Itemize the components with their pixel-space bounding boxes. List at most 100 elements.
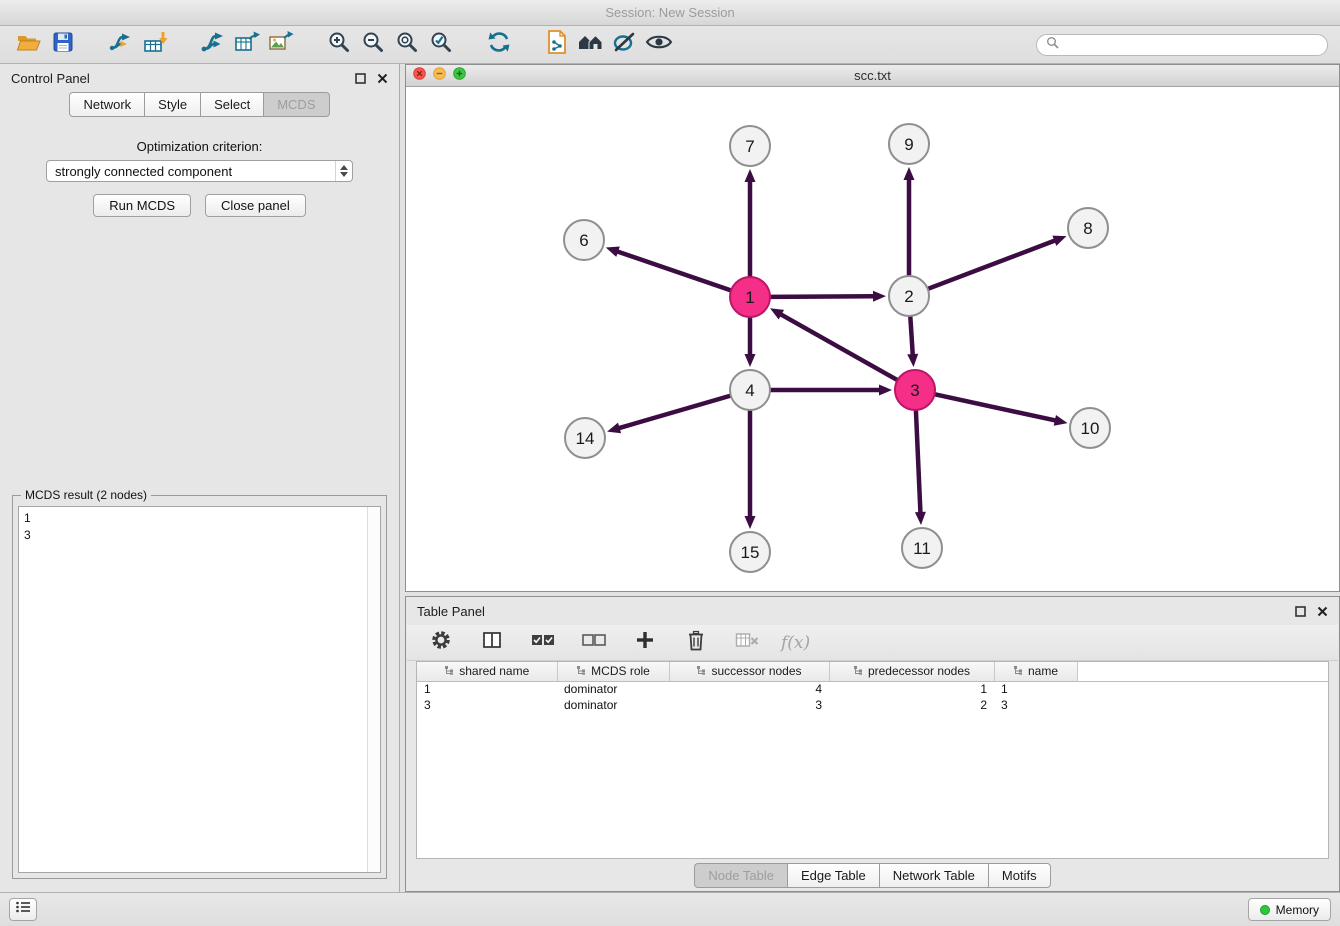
tab-motifs[interactable]: Motifs (989, 863, 1051, 888)
eye-icon (645, 31, 673, 58)
close-panel-icon-button[interactable] (377, 73, 388, 84)
tab-network-table[interactable]: Network Table (880, 863, 989, 888)
control-panel: Control Panel NetworkStyleSelectMCDS Opt… (0, 64, 400, 892)
home-button[interactable] (574, 29, 608, 61)
column-header-predecessor-nodes[interactable]: predecessor nodes (829, 662, 994, 681)
window-title: Session: New Session (605, 5, 734, 20)
network-icon (199, 30, 227, 59)
close-panel-button[interactable]: Close panel (205, 194, 306, 217)
graph-edge-3-10[interactable] (936, 394, 1055, 420)
close-table-panel-button[interactable] (1317, 606, 1328, 617)
network-graph[interactable]: 7968124314101511 (406, 87, 1339, 591)
refresh-icon (486, 30, 512, 59)
gear-icon (430, 629, 452, 656)
select-all-rows-button[interactable] (526, 627, 560, 659)
deselect-all-rows-button[interactable] (577, 627, 611, 659)
delete-table-button[interactable] (730, 627, 764, 659)
graph-edge-arrowhead (745, 516, 756, 529)
delete-column-button[interactable] (679, 627, 713, 659)
float-panel-button[interactable] (355, 73, 366, 84)
zoom-fit-button[interactable] (390, 29, 424, 61)
save-icon (52, 31, 74, 58)
zoom-selected-button[interactable] (424, 29, 458, 61)
column-header-shared-name[interactable]: shared name (417, 662, 557, 681)
graph-node-label-9: 9 (904, 135, 913, 154)
graph-node-label-2: 2 (904, 287, 913, 306)
open-session-button[interactable] (12, 29, 46, 61)
table-panel-title: Table Panel (417, 604, 485, 619)
maximize-window-icon[interactable] (453, 67, 466, 85)
network-from-table-button[interactable] (230, 29, 264, 61)
zoom-fit-icon (395, 30, 419, 59)
table-delete-icon (735, 631, 759, 654)
folder-open-icon (16, 31, 42, 58)
network-canvas[interactable]: 7968124314101511 (406, 87, 1339, 591)
graph-edge-arrowhead (915, 512, 926, 525)
graph-edge-3-1[interactable] (781, 315, 896, 380)
select-columns-button[interactable] (475, 627, 509, 659)
float-table-panel-button[interactable] (1295, 606, 1306, 617)
optimization-criterion-label: Optimization criterion: (0, 139, 399, 154)
refresh-layout-button[interactable] (482, 29, 516, 61)
zoom-in-button[interactable] (322, 29, 356, 61)
table-row[interactable]: 1dominator411 (417, 681, 1328, 697)
plus-icon (635, 630, 655, 655)
search-input[interactable] (1065, 38, 1318, 52)
graph-edge-arrowhead (745, 169, 756, 182)
new-network-button[interactable] (196, 29, 230, 61)
search-icon (1046, 36, 1059, 54)
export-image-button[interactable] (264, 29, 298, 61)
graph-edge-1-6[interactable] (618, 252, 730, 290)
sort-icon (696, 664, 706, 678)
tab-style[interactable]: Style (145, 92, 201, 117)
tab-network[interactable]: Network (69, 92, 145, 117)
graph-edge-3-11[interactable] (916, 411, 920, 512)
import-table-button[interactable] (138, 29, 172, 61)
tab-node-table[interactable]: Node Table (694, 863, 788, 888)
column-header-successor-nodes[interactable]: successor nodes (669, 662, 829, 681)
tab-select[interactable]: Select (201, 92, 264, 117)
tab-edge-table[interactable]: Edge Table (788, 863, 880, 888)
trash-icon (687, 630, 705, 656)
annotation-button[interactable] (608, 29, 642, 61)
run-mcds-button[interactable]: Run MCDS (93, 194, 191, 217)
graph-edge-2-3[interactable] (910, 317, 912, 354)
copy-network-view-button[interactable] (540, 29, 574, 61)
control-panel-title: Control Panel (11, 71, 90, 86)
graph-edge-1-2[interactable] (771, 296, 873, 297)
table-row[interactable]: 3dominator323 (417, 697, 1328, 713)
network-window-titlebar[interactable]: scc.txt (406, 65, 1339, 87)
column-header-name[interactable]: name (994, 662, 1077, 681)
graph-edge-arrowhead (1054, 415, 1068, 426)
zoom-out-button[interactable] (356, 29, 390, 61)
minimize-window-icon[interactable] (433, 67, 446, 85)
graph-edge-4-14[interactable] (620, 396, 730, 428)
sort-icon (1013, 664, 1023, 678)
table-panel-tabs: Node TableEdge TableNetwork TableMotifs (406, 859, 1339, 891)
column-header-MCDS-role[interactable]: MCDS role (557, 662, 669, 681)
graph-node-label-4: 4 (745, 381, 754, 400)
tab-mcds[interactable]: MCDS (264, 92, 329, 117)
houses-icon (576, 30, 606, 59)
result-scrollbar[interactable] (367, 507, 380, 872)
show-hide-button[interactable] (642, 29, 676, 61)
table-settings-button[interactable] (424, 627, 458, 659)
graph-node-label-1: 1 (745, 288, 754, 307)
graph-node-label-15: 15 (741, 543, 760, 562)
sort-icon (576, 664, 586, 678)
graph-node-label-3: 3 (910, 381, 919, 400)
memory-button[interactable]: Memory (1248, 898, 1331, 921)
save-session-button[interactable] (46, 29, 80, 61)
network-window-title: scc.txt (406, 68, 1339, 83)
table-panel: Table Panel f(x) shared nameMCDS rolesuc… (405, 596, 1340, 892)
network-view-window: scc.txt 7968124314101511 (405, 64, 1340, 592)
task-history-button[interactable] (9, 898, 37, 921)
dropdown-stepper-icon (335, 161, 352, 181)
function-builder-button[interactable]: f(x) (781, 633, 810, 653)
add-column-button[interactable] (628, 627, 662, 659)
search-box[interactable] (1036, 34, 1328, 56)
import-network-button[interactable] (104, 29, 138, 61)
graph-edge-2-8[interactable] (929, 241, 1055, 289)
close-window-icon[interactable] (413, 67, 426, 85)
optimization-criterion-dropdown[interactable]: strongly connected component (46, 160, 353, 182)
